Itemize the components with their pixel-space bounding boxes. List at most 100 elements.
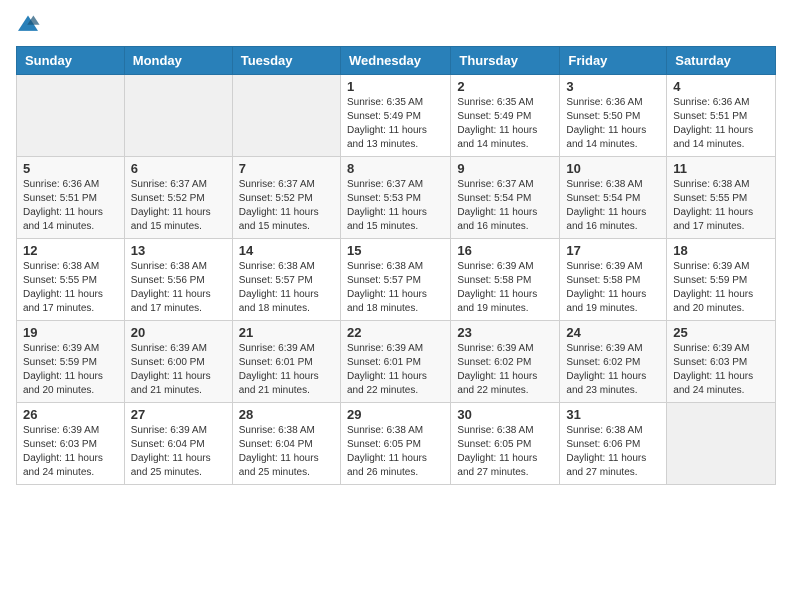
day-number: 31	[566, 407, 660, 422]
calendar-week-row: 5 Sunrise: 6:36 AM Sunset: 5:51 PM Daylig…	[17, 157, 776, 239]
calendar-cell	[17, 75, 125, 157]
day-number: 12	[23, 243, 118, 258]
day-number: 26	[23, 407, 118, 422]
calendar-cell: 31 Sunrise: 6:38 AM Sunset: 6:06 PM Dayli…	[560, 403, 667, 485]
calendar-week-row: 19 Sunrise: 6:39 AM Sunset: 5:59 PM Dayli…	[17, 321, 776, 403]
calendar-cell: 28 Sunrise: 6:38 AM Sunset: 6:04 PM Dayli…	[232, 403, 340, 485]
logo	[16, 16, 44, 36]
calendar-cell: 5 Sunrise: 6:36 AM Sunset: 5:51 PM Daylig…	[17, 157, 125, 239]
calendar-week-row: 26 Sunrise: 6:39 AM Sunset: 6:03 PM Dayli…	[17, 403, 776, 485]
calendar-cell: 19 Sunrise: 6:39 AM Sunset: 5:59 PM Dayli…	[17, 321, 125, 403]
calendar-cell: 8Sunrise: 6:37 AM Sunset: 5:53 PM Daylig…	[340, 157, 450, 239]
calendar-cell: 15 Sunrise: 6:38 AM Sunset: 5:57 PM Dayli…	[340, 239, 450, 321]
day-number: 1	[347, 79, 444, 94]
day-number: 6	[131, 161, 226, 176]
day-number: 3	[566, 79, 660, 94]
day-number: 8	[347, 161, 444, 176]
day-number: 23	[457, 325, 553, 340]
calendar-cell: 20 Sunrise: 6:39 AM Sunset: 6:00 PM Dayli…	[124, 321, 232, 403]
calendar: SundayMondayTuesdayWednesdayThursdayFrid…	[16, 46, 776, 485]
day-info: Sunrise: 6:36 AM Sunset: 5:51 PM Dayligh…	[673, 96, 769, 152]
col-header-monday: Monday	[124, 47, 232, 75]
calendar-cell: 3 Sunrise: 6:36 AM Sunset: 5:50 PM Daylig…	[560, 75, 667, 157]
day-info: Sunrise: 6:38 AM Sunset: 6:06 PM Dayligh…	[566, 424, 660, 480]
calendar-cell	[232, 75, 340, 157]
col-header-tuesday: Tuesday	[232, 47, 340, 75]
day-info: Sunrise: 6:38 AM Sunset: 5:56 PM Dayligh…	[131, 260, 226, 316]
day-number: 14	[239, 243, 334, 258]
day-number: 7	[239, 161, 334, 176]
calendar-cell: 11Sunrise: 6:38 AM Sunset: 5:55 PM Dayli…	[667, 157, 776, 239]
calendar-cell: 14 Sunrise: 6:38 AM Sunset: 5:57 PM Dayli…	[232, 239, 340, 321]
day-info: Sunrise: 6:39 AM Sunset: 6:01 PM Dayligh…	[347, 342, 444, 398]
day-number: 4	[673, 79, 769, 94]
calendar-header-row: SundayMondayTuesdayWednesdayThursdayFrid…	[17, 47, 776, 75]
col-header-thursday: Thursday	[451, 47, 560, 75]
day-info: Sunrise: 6:36 AM Sunset: 5:51 PM Dayligh…	[23, 178, 118, 234]
day-info: Sunrise: 6:39 AM Sunset: 6:00 PM Dayligh…	[131, 342, 226, 398]
day-number: 18	[673, 243, 769, 258]
day-number: 19	[23, 325, 118, 340]
col-header-sunday: Sunday	[17, 47, 125, 75]
day-number: 20	[131, 325, 226, 340]
calendar-week-row: 12 Sunrise: 6:38 AM Sunset: 5:55 PM Dayli…	[17, 239, 776, 321]
calendar-cell: 22 Sunrise: 6:39 AM Sunset: 6:01 PM Dayli…	[340, 321, 450, 403]
day-info: Sunrise: 6:39 AM Sunset: 6:02 PM Dayligh…	[566, 342, 660, 398]
day-number: 13	[131, 243, 226, 258]
logo-icon	[16, 14, 40, 34]
day-info: Sunrise: 6:38 AM Sunset: 5:57 PM Dayligh…	[347, 260, 444, 316]
day-info: Sunrise: 6:38 AM Sunset: 6:04 PM Dayligh…	[239, 424, 334, 480]
calendar-cell: 29Sunrise: 6:38 AM Sunset: 6:05 PM Dayli…	[340, 403, 450, 485]
day-info: Sunrise: 6:38 AM Sunset: 5:55 PM Dayligh…	[23, 260, 118, 316]
day-info: Sunrise: 6:39 AM Sunset: 6:02 PM Dayligh…	[457, 342, 553, 398]
day-number: 5	[23, 161, 118, 176]
day-info: Sunrise: 6:38 AM Sunset: 6:05 PM Dayligh…	[457, 424, 553, 480]
day-number: 24	[566, 325, 660, 340]
calendar-cell: 2Sunrise: 6:35 AM Sunset: 5:49 PM Daylig…	[451, 75, 560, 157]
calendar-cell: 23 Sunrise: 6:39 AM Sunset: 6:02 PM Dayli…	[451, 321, 560, 403]
calendar-cell	[667, 403, 776, 485]
calendar-cell: 26 Sunrise: 6:39 AM Sunset: 6:03 PM Dayli…	[17, 403, 125, 485]
calendar-cell: 4 Sunrise: 6:36 AM Sunset: 5:51 PM Daylig…	[667, 75, 776, 157]
calendar-cell: 21Sunrise: 6:39 AM Sunset: 6:01 PM Dayli…	[232, 321, 340, 403]
day-info: Sunrise: 6:35 AM Sunset: 5:49 PM Dayligh…	[347, 96, 444, 152]
header	[16, 16, 776, 36]
day-info: Sunrise: 6:39 AM Sunset: 5:58 PM Dayligh…	[457, 260, 553, 316]
calendar-cell	[124, 75, 232, 157]
day-number: 11	[673, 161, 769, 176]
day-number: 9	[457, 161, 553, 176]
calendar-cell: 10Sunrise: 6:38 AM Sunset: 5:54 PM Dayli…	[560, 157, 667, 239]
day-number: 30	[457, 407, 553, 422]
calendar-cell: 18 Sunrise: 6:39 AM Sunset: 5:59 PM Dayli…	[667, 239, 776, 321]
calendar-cell: 25Sunrise: 6:39 AM Sunset: 6:03 PM Dayli…	[667, 321, 776, 403]
calendar-cell: 1 Sunrise: 6:35 AM Sunset: 5:49 PM Daylig…	[340, 75, 450, 157]
col-header-saturday: Saturday	[667, 47, 776, 75]
day-number: 28	[239, 407, 334, 422]
calendar-week-row: 1 Sunrise: 6:35 AM Sunset: 5:49 PM Daylig…	[17, 75, 776, 157]
calendar-cell: 7Sunrise: 6:37 AM Sunset: 5:52 PM Daylig…	[232, 157, 340, 239]
day-info: Sunrise: 6:38 AM Sunset: 5:57 PM Dayligh…	[239, 260, 334, 316]
calendar-cell: 9Sunrise: 6:37 AM Sunset: 5:54 PM Daylig…	[451, 157, 560, 239]
day-info: Sunrise: 6:39 AM Sunset: 6:03 PM Dayligh…	[673, 342, 769, 398]
day-info: Sunrise: 6:39 AM Sunset: 6:03 PM Dayligh…	[23, 424, 118, 480]
calendar-cell: 13 Sunrise: 6:38 AM Sunset: 5:56 PM Dayli…	[124, 239, 232, 321]
day-number: 22	[347, 325, 444, 340]
day-info: Sunrise: 6:39 AM Sunset: 6:01 PM Dayligh…	[239, 342, 334, 398]
calendar-cell: 27Sunrise: 6:39 AM Sunset: 6:04 PM Dayli…	[124, 403, 232, 485]
calendar-cell: 6 Sunrise: 6:37 AM Sunset: 5:52 PM Daylig…	[124, 157, 232, 239]
day-info: Sunrise: 6:39 AM Sunset: 5:59 PM Dayligh…	[673, 260, 769, 316]
calendar-cell: 16 Sunrise: 6:39 AM Sunset: 5:58 PM Dayli…	[451, 239, 560, 321]
calendar-cell: 24 Sunrise: 6:39 AM Sunset: 6:02 PM Dayli…	[560, 321, 667, 403]
day-info: Sunrise: 6:36 AM Sunset: 5:50 PM Dayligh…	[566, 96, 660, 152]
col-header-wednesday: Wednesday	[340, 47, 450, 75]
day-number: 15	[347, 243, 444, 258]
calendar-cell: 17Sunrise: 6:39 AM Sunset: 5:58 PM Dayli…	[560, 239, 667, 321]
day-info: Sunrise: 6:39 AM Sunset: 5:59 PM Dayligh…	[23, 342, 118, 398]
day-info: Sunrise: 6:38 AM Sunset: 5:54 PM Dayligh…	[566, 178, 660, 234]
calendar-cell: 30 Sunrise: 6:38 AM Sunset: 6:05 PM Dayli…	[451, 403, 560, 485]
day-info: Sunrise: 6:37 AM Sunset: 5:52 PM Dayligh…	[131, 178, 226, 234]
day-number: 27	[131, 407, 226, 422]
calendar-cell: 12 Sunrise: 6:38 AM Sunset: 5:55 PM Dayli…	[17, 239, 125, 321]
day-number: 16	[457, 243, 553, 258]
day-info: Sunrise: 6:38 AM Sunset: 6:05 PM Dayligh…	[347, 424, 444, 480]
